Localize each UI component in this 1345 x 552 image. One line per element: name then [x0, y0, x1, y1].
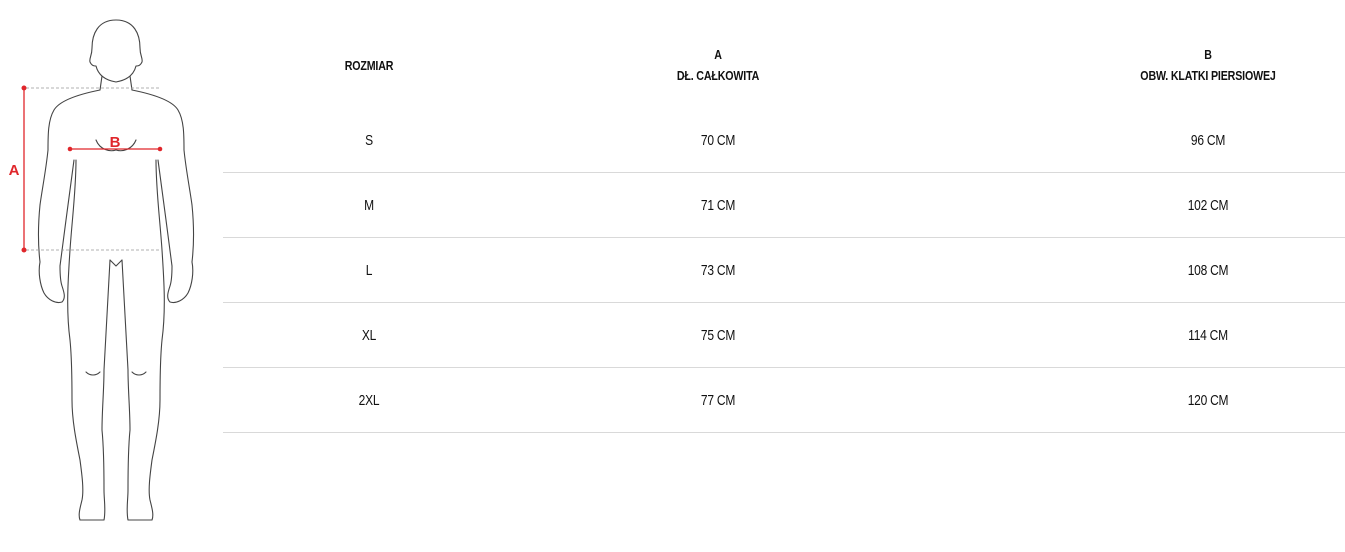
- header-chest: B OBW. KLATKI PIERSIOWEJ: [1126, 40, 1290, 90]
- cell-chest: 108 CM: [1187, 261, 1229, 279]
- measurement-a-label: A: [9, 162, 20, 179]
- cell-chest: 120 CM: [1187, 391, 1229, 409]
- cell-length: 75 CM: [700, 326, 736, 344]
- human-silhouette-icon: [37, 19, 195, 521]
- cell-size: 2XL: [358, 391, 380, 409]
- measurement-b-right-dot: [157, 146, 163, 152]
- cell-size: L: [365, 261, 373, 279]
- cell-size: M: [364, 196, 374, 214]
- table-row: L 73 CM 108 CM: [223, 238, 1345, 303]
- table-row: M 71 CM 102 CM: [223, 173, 1345, 238]
- table-row: 2XL 77 CM 120 CM: [223, 368, 1345, 433]
- cell-chest: 114 CM: [1188, 326, 1228, 344]
- cell-size: S: [365, 131, 373, 149]
- header-length: A DŁ. CAŁKOWITA: [636, 40, 800, 90]
- cell-chest: 102 CM: [1187, 196, 1229, 214]
- table-row: S 70 CM 96 CM: [223, 108, 1345, 173]
- table-row: XL 75 CM 114 CM: [223, 303, 1345, 368]
- cell-length: 71 CM: [700, 196, 736, 214]
- cell-size: XL: [361, 326, 377, 344]
- measurement-a-bottom-dot: [21, 247, 27, 253]
- measurement-b-label: B: [110, 134, 121, 151]
- cell-length: 77 CM: [700, 391, 736, 409]
- header-size: ROZMIAR: [287, 40, 451, 90]
- measurement-a-top-dot: [21, 85, 27, 91]
- header-size-label: ROZMIAR: [344, 57, 394, 73]
- cell-chest: 96 CM: [1190, 131, 1226, 149]
- header-chest-letter: B: [1204, 47, 1212, 62]
- header-length-label: DŁ. CAŁKOWITA: [676, 68, 760, 83]
- cell-length: 70 CM: [700, 131, 736, 149]
- header-length-letter: A: [714, 47, 722, 62]
- cell-length: 73 CM: [700, 261, 736, 279]
- header-chest-label: OBW. KLATKI PIERSIOWEJ: [1140, 68, 1276, 83]
- measurement-b-left-dot: [67, 146, 73, 152]
- body-measurement-figure: A B: [0, 0, 200, 552]
